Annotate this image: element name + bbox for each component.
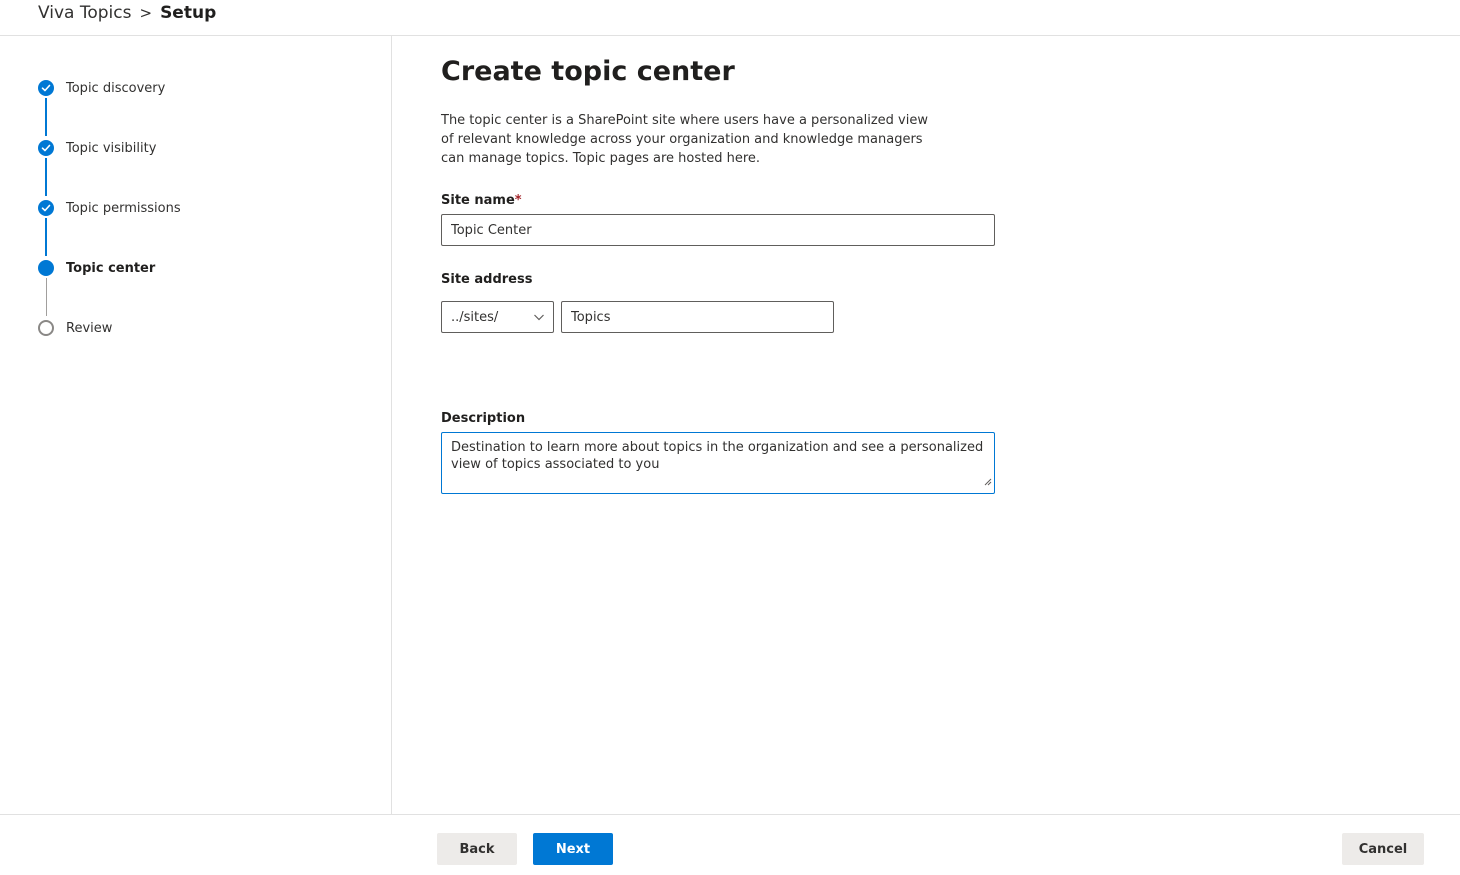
required-marker: * <box>514 193 522 208</box>
site-address-label: Site address <box>441 272 533 287</box>
site-name-label: Site name* <box>441 193 522 208</box>
breadcrumb-current: Setup <box>160 3 217 23</box>
step-topic-discovery[interactable]: Topic discovery <box>38 79 165 97</box>
step-connector <box>45 98 47 136</box>
page-title: Create topic center <box>441 56 735 87</box>
step-label: Topic permissions <box>66 200 181 216</box>
breadcrumb-separator: > <box>139 4 153 22</box>
step-topic-center[interactable]: Topic center <box>38 259 155 277</box>
step-connector <box>45 158 47 196</box>
step-review[interactable]: Review <box>38 319 112 337</box>
site-address-input[interactable] <box>561 301 834 333</box>
checkmark-circle-icon <box>38 140 54 156</box>
description-textarea[interactable]: Destination to learn more about topics i… <box>441 432 995 494</box>
setup-steps-sidebar: Topic discovery Topic visibility Topic p… <box>0 36 392 814</box>
step-label: Topic center <box>66 260 156 276</box>
step-label: Topic visibility <box>66 140 157 156</box>
step-topic-visibility[interactable]: Topic visibility <box>38 139 156 157</box>
breadcrumb-root[interactable]: Viva Topics <box>38 3 131 23</box>
intro-text: The topic center is a SharePoint site wh… <box>441 113 928 166</box>
page-header: Viva Topics > Setup <box>0 0 1460 36</box>
empty-circle-icon <box>38 320 54 336</box>
cancel-button[interactable]: Cancel <box>1342 833 1424 865</box>
back-button[interactable]: Back <box>437 833 517 865</box>
step-label: Review <box>66 320 113 336</box>
step-label: Topic discovery <box>66 80 166 96</box>
site-address-prefix-dropdown[interactable]: ../sites/ <box>441 301 554 333</box>
description-label: Description <box>441 411 526 426</box>
breadcrumb: Viva Topics > Setup <box>38 3 216 23</box>
step-connector <box>45 278 47 316</box>
step-topic-permissions[interactable]: Topic permissions <box>38 199 181 217</box>
footer-bar: Back Next Cancel <box>0 814 1460 875</box>
filled-circle-icon <box>38 260 54 276</box>
site-name-label-text: Site name <box>441 193 515 208</box>
step-connector <box>45 218 47 256</box>
site-name-input[interactable] <box>441 214 995 246</box>
checkmark-circle-icon <box>38 80 54 96</box>
next-button[interactable]: Next <box>533 833 613 865</box>
checkmark-circle-icon <box>38 200 54 216</box>
resize-grip-icon[interactable] <box>984 474 992 491</box>
chevron-down-icon <box>533 311 545 327</box>
description-text: Destination to learn more about topics i… <box>451 440 984 472</box>
dropdown-selected-value: ../sites/ <box>451 309 499 325</box>
